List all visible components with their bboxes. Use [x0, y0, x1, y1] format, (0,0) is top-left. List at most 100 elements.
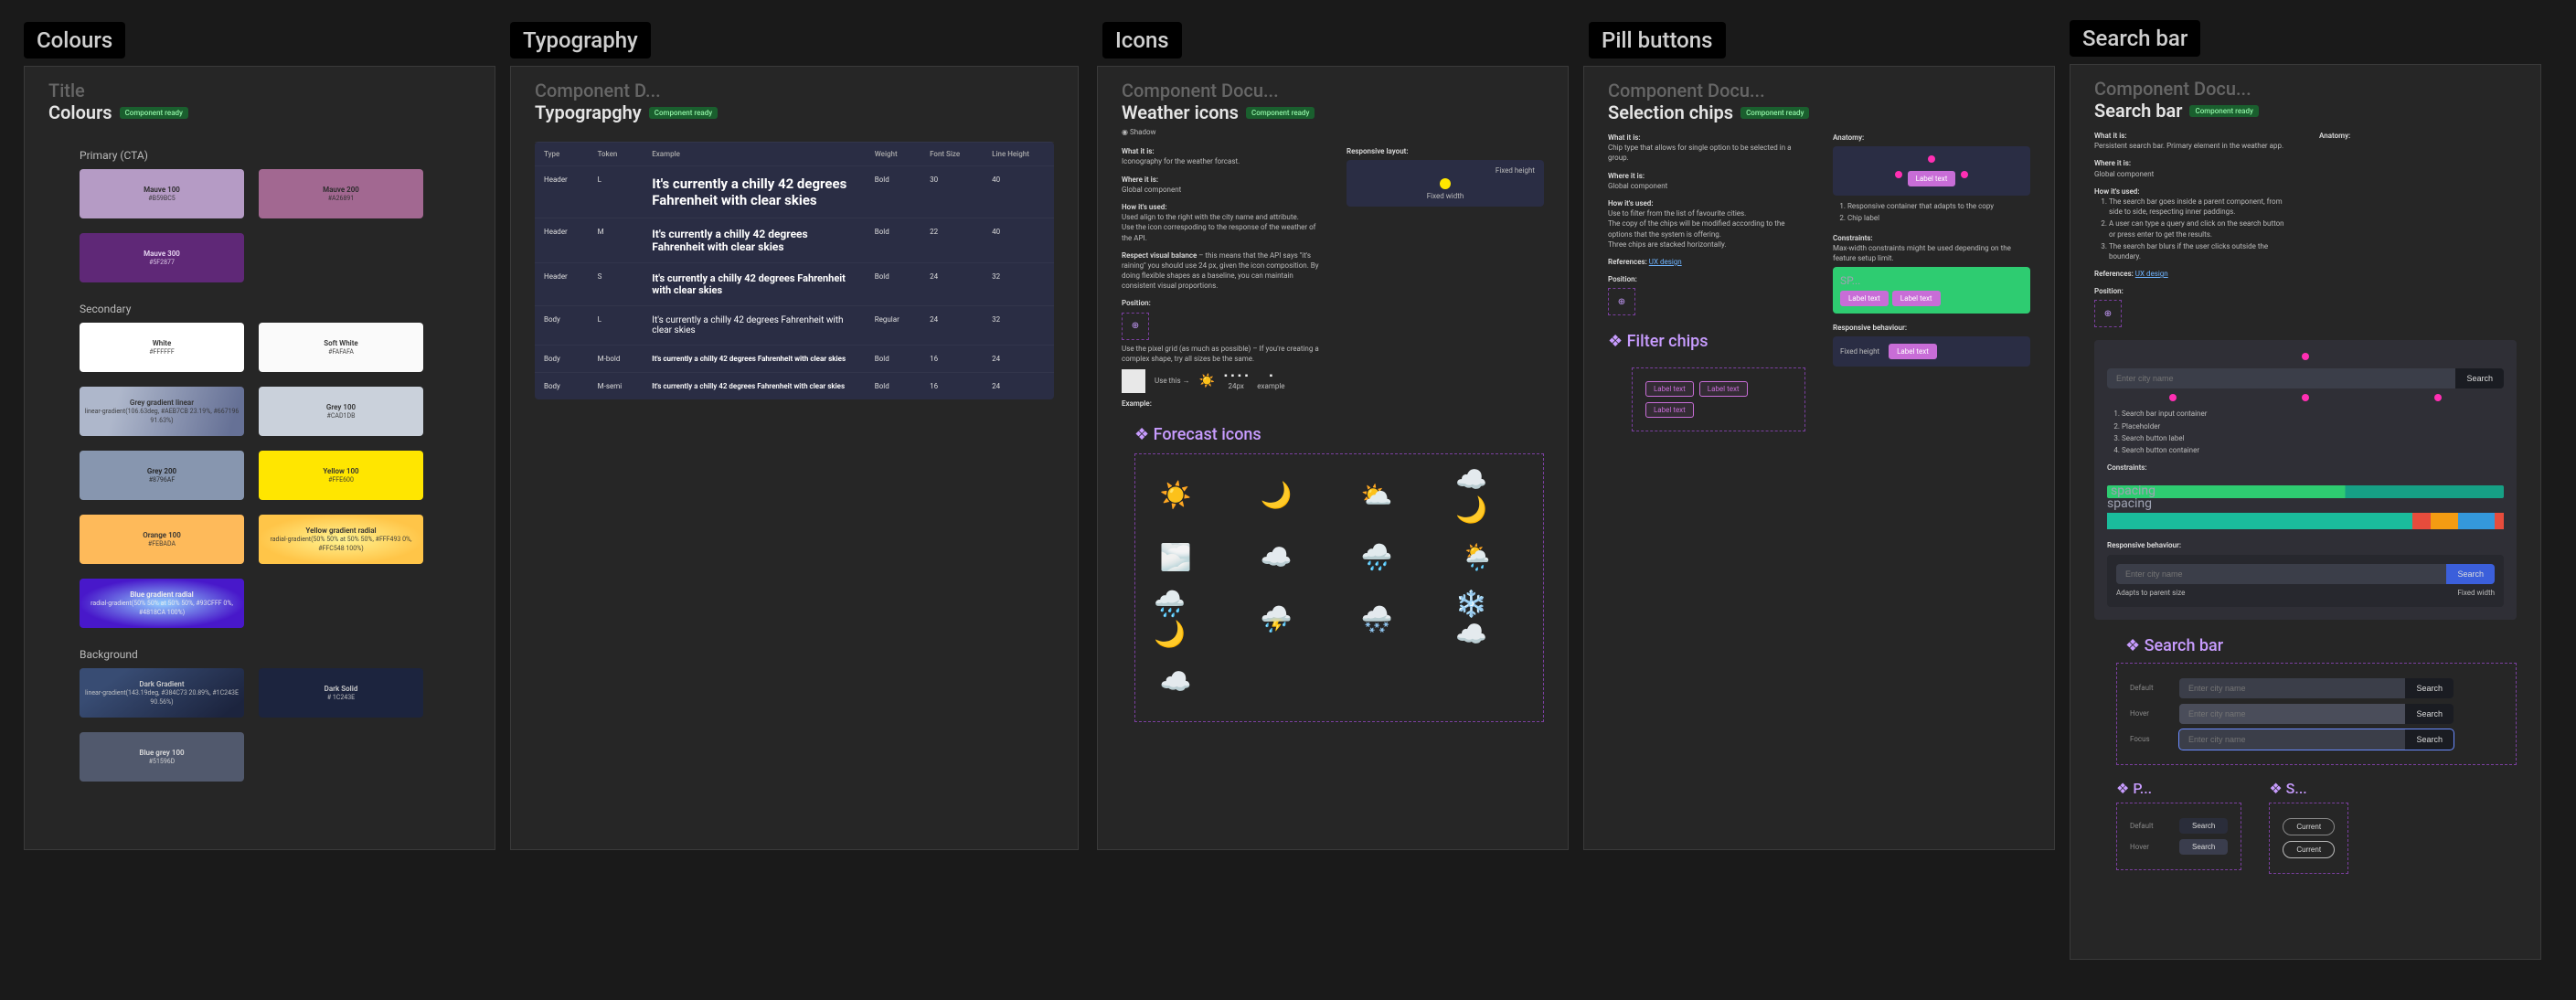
swatch-yellow-100: Yellow 100#FFE600 — [259, 451, 423, 500]
anatomy-dot-icon — [2434, 394, 2442, 401]
where-it-is-label: Where it is: — [1122, 176, 1158, 184]
swatch-val: #FEBADA — [148, 540, 176, 549]
spacing-label: spacing — [2111, 484, 2156, 498]
fog-icon: 🌫️ — [1154, 535, 1198, 579]
position-label: Position: — [1122, 299, 1151, 307]
swatch-grey-100: Grey 100#CAD1DB — [259, 387, 423, 436]
swatch-val: #51596D — [149, 758, 176, 767]
swatch-val: radial-gradient(50% 50% at 50% 50%, #93C… — [80, 600, 244, 618]
current-button[interactable]: Current — [2283, 841, 2335, 858]
anatomy-dot-icon — [1895, 171, 1902, 178]
chip[interactable]: Label text — [1645, 381, 1694, 397]
th-example: Example — [643, 143, 865, 166]
search-bar-focus: Search — [2179, 729, 2454, 750]
search-small-button[interactable]: Search — [2179, 839, 2228, 855]
cell-token: L — [589, 306, 644, 346]
swatch-name: White — [153, 338, 172, 348]
forecast-icons-heading: ❖ Forecast icons — [1134, 425, 1568, 444]
swatch-name: Yellow 100 — [323, 466, 358, 476]
anatomy-panel: Search Search bar input container Placeh… — [2094, 340, 2517, 619]
swatch-name: Grey 100 — [326, 402, 356, 412]
current-button[interactable]: Current — [2283, 818, 2335, 835]
references-link[interactable]: UX design — [2135, 270, 2168, 278]
swatch-val: # 1C243E — [327, 694, 355, 703]
chip[interactable]: Label text — [1645, 402, 1694, 418]
search-button[interactable]: Search — [2405, 678, 2454, 698]
component-docu-heading: Component Docu... — [2094, 78, 2517, 100]
references-label: References: — [1608, 258, 1647, 266]
component-ready-badge: Component ready — [1246, 107, 1315, 119]
sleet-icon: 🌨️ — [1355, 597, 1399, 641]
cell-fontsize: 16 — [921, 373, 983, 400]
section-label-searchbar: Search bar — [2070, 20, 2200, 57]
cell-fontsize: 22 — [921, 218, 983, 263]
typography-table: Type Token Example Weight Font Size Line… — [535, 142, 1054, 399]
swatch-grey-200: Grey 200#8796AF — [80, 451, 244, 500]
cell-lineheight: 32 — [983, 306, 1054, 346]
forecast-icons-grid: ☀️ 🌙 ⛅ ☁️🌙 🌫️ ☁️ 🌧️ 🌦️ 🌧️🌙 ⛈️ 🌨️ ❄️☁️ ☁️ — [1134, 453, 1544, 722]
partly-cloudy-day-icon: ⛅ — [1355, 473, 1399, 516]
p-heading: ❖ P... — [2116, 780, 2241, 797]
search-input[interactable] — [2107, 368, 2455, 388]
search-input[interactable] — [2116, 564, 2446, 584]
swatch-name: Dark Solid — [325, 684, 358, 694]
swatch-val: #B59BC5 — [148, 195, 175, 204]
component-ready-badge: Component ready — [1740, 107, 1809, 119]
cell-token: M-bold — [589, 346, 644, 373]
fixed-height-label: Fixed height — [1840, 346, 1879, 356]
search-button[interactable]: Search — [2405, 704, 2454, 724]
swatch-orange-100: Orange 100#FEBADA — [80, 515, 244, 564]
where-it-is-label: Where it is: — [1608, 172, 1645, 180]
th-type: Type — [535, 143, 589, 166]
pill-frame: Component Docu... Selection chips Compon… — [1583, 66, 2055, 850]
s-states: Current Current — [2269, 803, 2348, 874]
component-ready-badge: Component ready — [649, 107, 718, 119]
how-used-3: Three chips are stacked horizontally. — [1608, 240, 1727, 249]
chip-label: Label text — [1654, 406, 1686, 414]
th-fontsize: Font Size — [921, 143, 983, 166]
overcast-icon: ☁️ — [1254, 535, 1298, 579]
night-rain-icon: 🌧️🌙 — [1154, 597, 1198, 641]
chip-label: Label text — [1654, 385, 1686, 393]
weather-icons-title: Weather icons — [1122, 101, 1239, 123]
state-hover-label: Hover — [2130, 843, 2166, 851]
constraints-label: Constraints: — [2107, 463, 2147, 472]
position-label: Position: — [2094, 287, 2124, 295]
p-states: DefaultSearch HoverSearch — [2116, 803, 2241, 870]
search-input[interactable] — [2179, 678, 2405, 698]
search-input[interactable] — [2179, 729, 2405, 750]
what-it-is-label: What it is: — [1122, 147, 1155, 155]
what-it-is-copy: Persistent search bar. Primary element i… — [2094, 142, 2283, 150]
cell-weight: Bold — [866, 373, 921, 400]
responsive-layout-label: Responsive layout: — [1347, 147, 1409, 155]
where-it-is-label: Where it is: — [2094, 159, 2131, 167]
how-used-1: Used align to the right with the city na… — [1122, 213, 1299, 221]
table-row: BodyM-semiIt's currently a chilly 42 deg… — [535, 373, 1054, 400]
how-used-item: The search bar goes inside a parent comp… — [2109, 197, 2292, 217]
cell-example: It's currently a chilly 42 degrees Fahre… — [643, 346, 865, 373]
cell-type: Body — [535, 346, 589, 373]
search-button[interactable]: Search — [2455, 368, 2504, 388]
swatch-name: Mauve 100 — [144, 185, 180, 195]
anatomy-dot-icon — [2302, 394, 2309, 401]
cell-example: It's currently a chilly 42 degrees Fahre… — [643, 373, 865, 400]
search-button[interactable]: Search — [2446, 564, 2495, 584]
search-button[interactable]: Search — [2405, 729, 2454, 750]
search-small-button[interactable]: Search — [2179, 818, 2228, 834]
cell-weight: Bold — [866, 346, 921, 373]
chip-label: Label text — [1900, 294, 1932, 303]
searchbar-title: Search bar — [2094, 100, 2182, 122]
swatch-blue-grey-100: Blue grey 100#51596D — [80, 732, 244, 782]
table-row: BodyLIt's currently a chilly 42 degrees … — [535, 306, 1054, 346]
chip[interactable]: Label text — [1699, 381, 1748, 397]
anatomy-dot-icon — [2169, 394, 2177, 401]
cell-lineheight: 32 — [983, 263, 1054, 306]
cell-example: It's currently a chilly 42 degrees Fahre… — [643, 218, 865, 263]
swatch-mauve-200: Mauve 200#A26891 — [259, 169, 423, 218]
references-link[interactable]: UX design — [1649, 258, 1682, 266]
position-slot-icon: ⊕ — [2094, 300, 2122, 327]
search-input[interactable] — [2179, 704, 2405, 724]
where-it-is-copy: Global component — [1608, 182, 1667, 190]
anatomy-dot-icon — [2302, 353, 2309, 360]
section-label-icons: Icons — [1102, 22, 1182, 59]
